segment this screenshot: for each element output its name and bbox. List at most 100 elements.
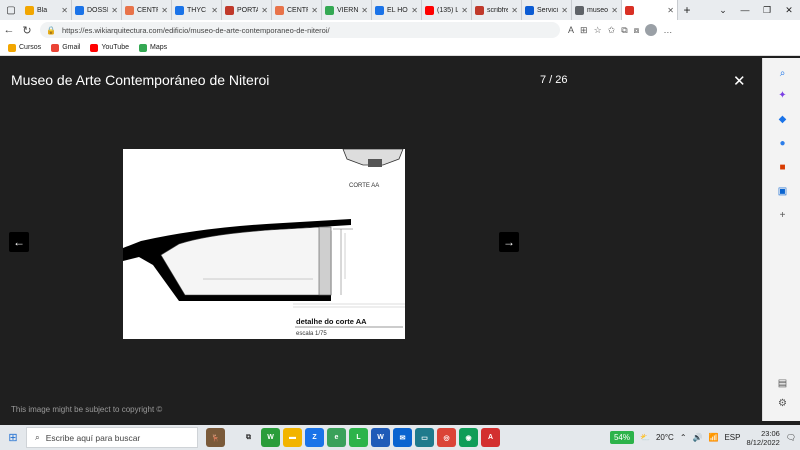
bookmark-item[interactable]: Cursos bbox=[8, 43, 41, 52]
clock-time: 23:06 bbox=[761, 428, 780, 438]
next-image-button[interactable]: → bbox=[499, 232, 519, 252]
app-icon[interactable]: ⊞ bbox=[580, 25, 588, 36]
bookmark-item[interactable]: Gmail bbox=[51, 43, 80, 52]
mail-icon[interactable]: ✉ bbox=[393, 428, 412, 447]
tab-title: scribfree bbox=[487, 6, 508, 14]
favorites-icon[interactable]: ✩ bbox=[608, 25, 616, 36]
maximize-button[interactable]: ❐ bbox=[756, 5, 778, 16]
battery-badge[interactable]: 54% bbox=[609, 431, 634, 444]
task-view-icon[interactable]: ⧉ bbox=[239, 428, 258, 447]
close-icon[interactable]: ✕ bbox=[561, 6, 568, 15]
tab-item[interactable]: DOSSIER✕ bbox=[72, 0, 122, 20]
bookmark-item[interactable]: YouTube bbox=[90, 43, 129, 52]
edge-icon[interactable]: e bbox=[327, 428, 346, 447]
gear-icon[interactable]: ⚙ bbox=[777, 398, 788, 409]
sidebar-panel-icon[interactable]: ▤ bbox=[777, 378, 788, 389]
tab-item[interactable]: (135) LO✕ bbox=[422, 0, 472, 20]
file-explorer-icon[interactable]: ▬ bbox=[283, 428, 302, 447]
previous-image-button[interactable]: ← bbox=[9, 232, 29, 252]
extensions-icon[interactable]: ⧇ bbox=[634, 25, 640, 36]
acrobat-icon[interactable]: A bbox=[481, 428, 500, 447]
tab-item[interactable]: THYC - F✕ bbox=[172, 0, 222, 20]
taskbar-search[interactable]: ⌕ Escribe aquí para buscar bbox=[26, 427, 198, 448]
whatsapp-icon[interactable]: W bbox=[261, 428, 280, 447]
refresh-button[interactable]: ↻ bbox=[18, 24, 36, 37]
taskbar: ⊞ ⌕ Escribe aquí para buscar 🦌 ⧉ W ▬ Z e… bbox=[0, 425, 800, 450]
chevron-down-icon[interactable]: ⌄ bbox=[712, 5, 734, 16]
close-icon[interactable]: ✕ bbox=[461, 6, 468, 15]
tab-item[interactable]: CENTRO✕ bbox=[122, 0, 172, 20]
bookmark-favicon-icon bbox=[51, 43, 60, 52]
clock[interactable]: 23:06 8/12/2022 bbox=[746, 429, 779, 447]
notification-icon[interactable]: 🗨 bbox=[786, 433, 796, 442]
tab-item[interactable]: Bla ✕ bbox=[22, 0, 72, 20]
close-icon[interactable]: ✕ bbox=[111, 6, 118, 15]
minimize-button[interactable]: — bbox=[734, 5, 756, 16]
new-tab-button[interactable]: + bbox=[678, 3, 696, 17]
more-icon[interactable]: … bbox=[663, 25, 672, 35]
toolbar-actions: A ⊞ ☆ ✩ ⧉ ⧇ … bbox=[568, 24, 672, 36]
tab-actions-icon[interactable]: ▢ bbox=[0, 0, 22, 20]
lock-icon[interactable]: 🔒 bbox=[46, 26, 56, 35]
tab-item[interactable]: museo c✕ bbox=[572, 0, 622, 20]
close-icon[interactable]: ✕ bbox=[161, 6, 168, 15]
tab-favicon-icon bbox=[125, 5, 134, 15]
bookmark-item[interactable]: Maps bbox=[138, 43, 168, 52]
tab-item[interactable]: CENTRO✕ bbox=[272, 0, 322, 20]
close-icon[interactable]: ✕ bbox=[733, 72, 746, 90]
zoom-icon[interactable]: Z bbox=[305, 428, 324, 447]
temperature[interactable]: 20°C bbox=[656, 433, 674, 442]
close-icon[interactable]: ✕ bbox=[261, 6, 268, 15]
tab-item[interactable]: VIERNES✕ bbox=[322, 0, 372, 20]
close-icon[interactable]: ✕ bbox=[511, 6, 518, 15]
word-icon[interactable]: W bbox=[371, 428, 390, 447]
wifi-icon[interactable]: 📶 bbox=[708, 433, 718, 442]
system-tray: 54% ⛅ 20°C ⌃ 🔊 📶 ESP 23:06 8/12/2022 🗨 bbox=[609, 429, 800, 447]
tab-item[interactable]: scribfree✕ bbox=[472, 0, 522, 20]
games-icon[interactable]: ● bbox=[777, 138, 788, 149]
close-icon[interactable]: ✕ bbox=[361, 6, 368, 15]
favorite-icon[interactable]: ☆ bbox=[594, 25, 602, 36]
bookmark-label: Maps bbox=[149, 44, 168, 51]
tab-item[interactable]: ✕ bbox=[622, 0, 678, 20]
deer-icon: 🦌 bbox=[206, 428, 225, 447]
sparkle-icon[interactable]: ✦ bbox=[777, 90, 788, 101]
l-app-icon[interactable]: L bbox=[349, 428, 368, 447]
close-icon[interactable]: ✕ bbox=[311, 6, 318, 15]
browser-sidebar: ⌕ ✦ ◆ ● ■ ▣ + ▤ ⚙ bbox=[762, 58, 800, 421]
tab-favicon-icon bbox=[575, 5, 584, 15]
volume-icon[interactable]: 🔊 bbox=[693, 433, 703, 442]
chrome-icon[interactable]: ◎ bbox=[437, 428, 456, 447]
close-window-button[interactable]: ✕ bbox=[778, 5, 800, 16]
tab-item[interactable]: PORTAFO✕ bbox=[222, 0, 272, 20]
windows-start-icon[interactable]: ⊞ bbox=[0, 431, 26, 444]
office-icon[interactable]: ■ bbox=[777, 162, 788, 173]
close-icon[interactable]: ✕ bbox=[411, 6, 418, 15]
drawing-scale: escala 1/75 bbox=[296, 331, 327, 337]
outlook-icon[interactable]: ▣ bbox=[777, 186, 788, 197]
back-button[interactable]: ← bbox=[0, 24, 18, 36]
url-text: https://es.wikiarquitectura.com/edificio… bbox=[61, 25, 330, 35]
close-icon[interactable]: ✕ bbox=[667, 6, 674, 15]
tab-title: THYC - F bbox=[187, 6, 208, 14]
tab-item[interactable]: EL HOM✕ bbox=[372, 0, 422, 20]
search-icon[interactable]: ⌕ bbox=[777, 68, 788, 79]
chevron-up-icon[interactable]: ⌃ bbox=[680, 433, 687, 442]
add-icon[interactable]: + bbox=[777, 210, 788, 221]
weather-icon[interactable]: ⛅ bbox=[640, 433, 650, 442]
tab-item[interactable]: Servicios✕ bbox=[522, 0, 572, 20]
language-indicator[interactable]: ESP bbox=[724, 433, 740, 442]
monitor-icon[interactable]: ▭ bbox=[415, 428, 434, 447]
collections-icon[interactable]: ⧉ bbox=[621, 25, 627, 36]
tab-favicon-icon bbox=[625, 5, 634, 15]
tag-icon[interactable]: ◆ bbox=[777, 114, 788, 125]
avatar[interactable] bbox=[645, 24, 658, 36]
close-icon[interactable]: ✕ bbox=[611, 6, 618, 15]
app-icon[interactable]: ◉ bbox=[459, 428, 478, 447]
close-icon[interactable]: ✕ bbox=[211, 6, 218, 15]
address-bar[interactable]: 🔒 https://es.wikiarquitectura.com/edific… bbox=[40, 22, 560, 38]
read-aloud-icon[interactable]: A bbox=[568, 25, 574, 35]
close-icon[interactable]: ✕ bbox=[61, 6, 68, 15]
tab-favicon-icon bbox=[525, 5, 534, 15]
tab-title: (135) LO bbox=[437, 6, 458, 14]
